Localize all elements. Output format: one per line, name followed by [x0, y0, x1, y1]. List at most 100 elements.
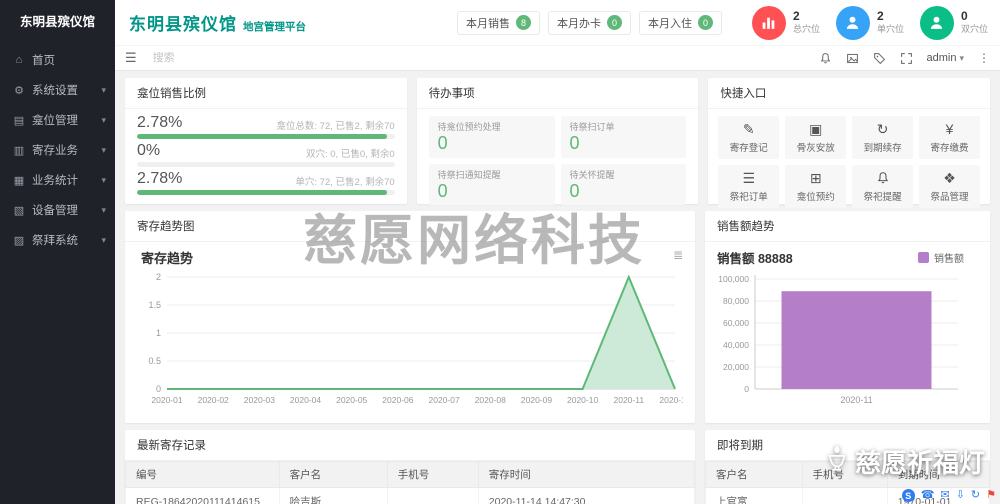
brand: 东明县殡仪馆 地宫管理平台 [129, 10, 306, 35]
svg-text:0: 0 [744, 384, 749, 394]
svg-text:2020-07: 2020-07 [428, 395, 459, 405]
sales-trend-chart: 0 20,000 40,000 60,000 80,000 100,000 2020-11 [705, 267, 990, 425]
sidebar-item-device-management[interactable]: ▧ 设备管理 ▾ [0, 195, 115, 225]
todo-count: 0 [437, 133, 448, 153]
status-badge: 0 [697, 15, 713, 30]
card-title: 即将到期 [705, 430, 990, 461]
sidebar-item-system-settings[interactable]: ⚙ 系统设置 ▾ [0, 75, 115, 105]
reload-icon[interactable]: ↻ [971, 490, 980, 501]
svg-text:2020-01: 2020-01 [151, 395, 182, 405]
todo-item-niche-booking[interactable]: 待龛位预约处理 0 [428, 116, 555, 158]
ratio-desc: 单穴: 72, 已售2, 剩余70 [295, 177, 395, 188]
card-latest-records: 最新寄存记录 编号 客户名 手机号 寄存时间 REG-1864202011141… [125, 430, 696, 504]
svg-text:2: 2 [156, 272, 161, 282]
header: 东明县殡仪馆 地宫管理平台 本月销售 8 本月办卡 0 本月入住 0 2 总穴位… [115, 0, 1000, 45]
chip-month-checkin[interactable]: 本月入住 0 [638, 10, 722, 35]
chevron-down-icon: ▾ [101, 174, 106, 185]
table-header-row: 编号 客户名 手机号 寄存时间 [125, 461, 696, 488]
quick-renew-storage[interactable]: ↻ 到期续存 [852, 116, 914, 159]
svg-text:2020-08: 2020-08 [475, 395, 506, 405]
quick-offering-management[interactable]: ❖ 祭品管理 [919, 165, 981, 208]
flag-icon[interactable]: ⚑ [986, 490, 996, 501]
image-icon[interactable] [846, 52, 859, 65]
chart-toolbox-icon[interactable]: ≣ [673, 248, 683, 262]
gift-icon: ❖ [943, 170, 956, 186]
chip-month-cards[interactable]: 本月办卡 0 [547, 10, 631, 35]
storage-trend-chart: 0 0.5 1 1.5 2 2020-01 2020-02 2020-03 2020-04 202… [137, 267, 683, 429]
card-quick-entry: 快捷入口 ✎ 寄存登记 ▣ 骨灰安放 ↻ 到期续存 ¥ 寄存缴费 ☰ 祭祀订单 … [708, 78, 991, 208]
todo-label: 待关怀提醒 [569, 169, 615, 180]
svg-text:0.5: 0.5 [148, 356, 161, 366]
more-menu-icon[interactable]: ⋮ [978, 51, 990, 65]
todo-item-sweep-notify[interactable]: 待祭扫通知提醒 0 [428, 163, 555, 206]
sidebar-item-label: 祭拜系统 [32, 235, 78, 247]
browser-plugin-bar: S ☎ ✉ ⇩ ↻ ⚑ [901, 489, 996, 502]
download-icon[interactable]: ⇩ [956, 490, 965, 501]
todo-item-sweep-orders[interactable]: 待祭扫订单 0 [560, 116, 687, 158]
legend-sales[interactable]: 销售额 [918, 250, 964, 265]
todo-count: 0 [569, 133, 580, 153]
ratio-desc: 双穴: 0, 已售0, 剩余0 [305, 149, 395, 160]
svg-text:2020-11: 2020-11 [614, 395, 645, 405]
col-expire-time: 到期时间 [886, 461, 991, 488]
ratio-percent: 0% [137, 142, 161, 159]
toolbar: ☰ admin ▾ ⋮ [115, 45, 1000, 71]
browser-logo-icon[interactable]: S [901, 489, 915, 502]
quick-storage-payment[interactable]: ¥ 寄存缴费 [919, 116, 981, 159]
fullscreen-icon[interactable] [900, 52, 913, 65]
svg-text:20,000: 20,000 [723, 362, 749, 372]
quick-label: 祭品管理 [930, 192, 969, 203]
sidebar-item-label: 设备管理 [32, 205, 78, 217]
pencil-icon: ✎ [742, 121, 755, 137]
col-id: 编号 [125, 461, 280, 488]
svg-text:2020-10: 2020-10 [567, 395, 598, 405]
card-title: 待办事项 [416, 78, 699, 109]
quick-label: 寄存缴费 [930, 143, 969, 154]
quick-niche-booking[interactable]: ⊞ 龛位预约 [785, 165, 847, 208]
stat-label: 单穴位 [876, 24, 904, 35]
table-header-row: 客户名 手机号 到期时间 [705, 461, 991, 488]
chart-bars-icon [751, 5, 786, 40]
sidebar-item-worship-system[interactable]: ▨ 祭拜系统 ▾ [0, 225, 115, 255]
user-menu[interactable]: admin ▾ [927, 52, 965, 64]
chevron-down-icon: ▾ [101, 144, 106, 155]
sidebar-item-home[interactable]: ⌂ 首页 [0, 45, 115, 75]
svg-text:1.5: 1.5 [148, 300, 161, 310]
mail-icon[interactable]: ✉ [940, 490, 949, 501]
user-icon [919, 5, 954, 40]
svg-text:2020-02: 2020-02 [198, 395, 229, 405]
chip-month-sales[interactable]: 本月销售 8 [456, 10, 540, 35]
col-customer: 客户名 [278, 461, 388, 488]
hamburger-icon[interactable]: ☰ [125, 50, 137, 66]
niche-icon: ▤ [13, 114, 25, 127]
sidebar-item-storage-business[interactable]: ▥ 寄存业务 ▾ [0, 135, 115, 165]
archive-icon: ▣ [809, 121, 823, 137]
cell-customer: 上官富 [705, 487, 803, 504]
quick-label: 到期续存 [863, 143, 902, 154]
chip-label: 本月办卡 [556, 17, 601, 30]
stat-label: 总穴位 [792, 24, 820, 35]
bell-icon [876, 170, 890, 186]
stat-double-niches: 0 双穴位 [919, 5, 988, 40]
phone-icon[interactable]: ☎ [921, 490, 935, 501]
stat-value: 2 [876, 9, 884, 24]
legend-swatch [918, 252, 929, 263]
sidebar-item-niche-management[interactable]: ▤ 龛位管理 ▾ [0, 105, 115, 135]
status-badge: 8 [515, 15, 531, 30]
quick-storage-register[interactable]: ✎ 寄存登记 [718, 116, 780, 159]
svg-text:1: 1 [156, 328, 161, 338]
sidebar-item-business-statistics[interactable]: ▦ 业务统计 ▾ [0, 165, 115, 195]
quick-worship-remind[interactable]: 祭祀提醒 [852, 165, 914, 208]
svg-text:2020-11: 2020-11 [840, 395, 872, 405]
svg-text:2020-04: 2020-04 [290, 395, 321, 405]
table-row[interactable]: REG-18642020111414615 哈吉斯 2020-11-14 14:… [125, 487, 696, 504]
tag-icon[interactable] [873, 52, 886, 65]
cell-phone [801, 487, 888, 504]
bell-icon[interactable] [819, 52, 832, 65]
todo-item-care-remind[interactable]: 待关怀提醒 0 [560, 163, 687, 206]
search-input[interactable] [152, 52, 283, 64]
status-badge: 0 [606, 15, 622, 30]
quick-worship-orders[interactable]: ☰ 祭祀订单 [718, 165, 780, 208]
quick-ashes-placement[interactable]: ▣ 骨灰安放 [785, 116, 847, 159]
stat-value: 2 [792, 9, 800, 24]
